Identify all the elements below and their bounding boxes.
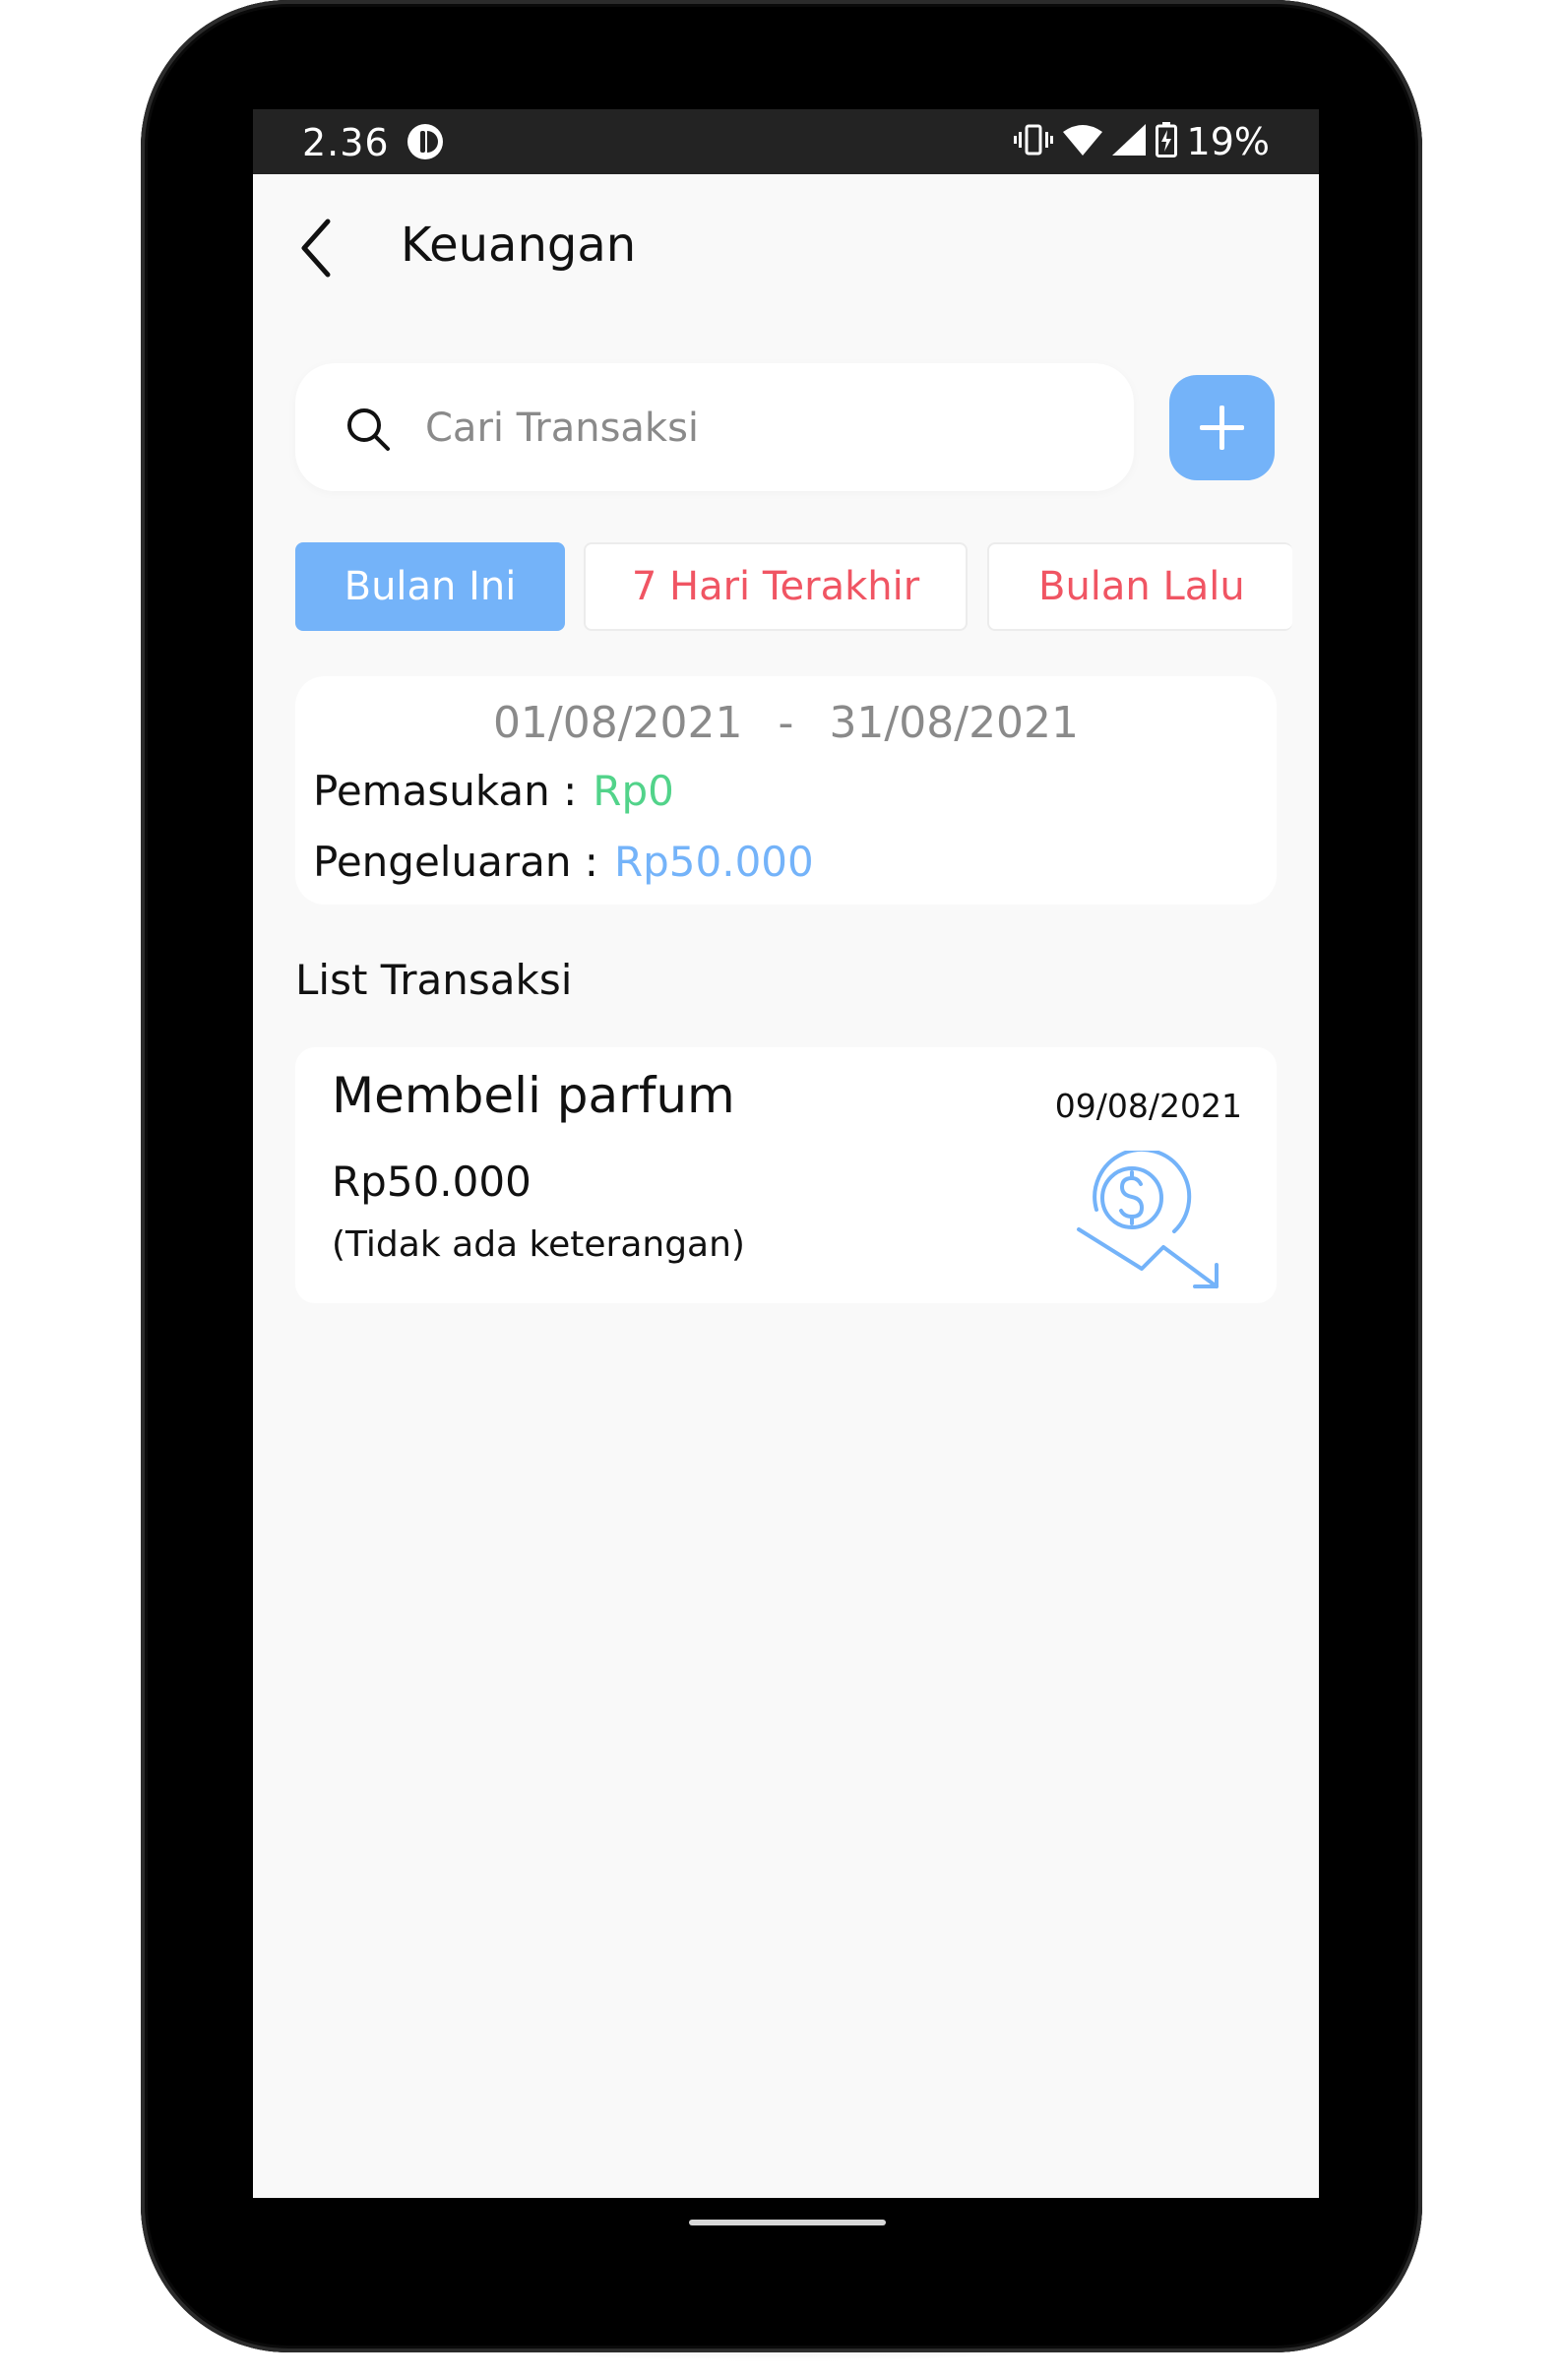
transaction-list-title: List Transaksi	[295, 956, 573, 1004]
status-time: 2.36	[302, 121, 390, 164]
search-input[interactable]	[423, 393, 1096, 464]
tab-this-month[interactable]: Bulan Ini	[295, 542, 565, 631]
transaction-item[interactable]: Membeli parfum 09/08/2021 Rp50.000 (Tida…	[295, 1047, 1277, 1303]
vibrate-icon	[1013, 123, 1053, 161]
income-value: Rp0	[593, 767, 674, 815]
page-title: Keuangan	[401, 218, 637, 273]
date-separator: -	[778, 698, 794, 748]
battery-charging-icon	[1155, 121, 1177, 162]
tab-last-month[interactable]: Bulan Lalu	[987, 542, 1292, 631]
notification-app-icon	[406, 123, 444, 160]
search-bar[interactable]	[295, 363, 1134, 491]
income-label: Pemasukan :	[313, 767, 578, 815]
plus-icon	[1200, 406, 1244, 450]
phone-screen: 2.36 19% Keuangan Cari Transaksi Bulan I…	[253, 109, 1319, 2198]
tab-last-7-days[interactable]: 7 Hari Terakhir	[584, 542, 968, 631]
expense-label: Pengeluaran :	[313, 838, 598, 886]
battery-percent: 19%	[1186, 120, 1270, 163]
income-row: Pemasukan : Rp0	[313, 767, 674, 815]
status-bar: 2.36 19%	[253, 109, 1319, 174]
back-button[interactable]	[290, 214, 349, 282]
wifi-icon	[1062, 124, 1102, 160]
expense-money-down-icon	[1073, 1147, 1230, 1298]
add-transaction-button[interactable]	[1169, 375, 1275, 480]
transaction-description: (Tidak ada keterangan)	[332, 1224, 745, 1265]
transaction-name: Membeli parfum	[332, 1067, 735, 1124]
status-icons: 19%	[1013, 119, 1270, 164]
signal-icon	[1111, 123, 1146, 160]
search-icon	[344, 406, 392, 453]
transaction-date: 09/08/2021	[1054, 1087, 1242, 1125]
transaction-amount: Rp50.000	[332, 1158, 531, 1206]
app-bar: Keuangan	[253, 174, 1319, 322]
date-range: 01/08/2021-31/08/2021	[295, 698, 1277, 748]
start-date[interactable]: 01/08/2021	[493, 698, 743, 748]
expense-value: Rp50.000	[613, 838, 814, 886]
expense-row: Pengeluaran : Rp50.000	[313, 838, 814, 886]
arrow-back-icon	[301, 219, 331, 278]
end-date[interactable]: 31/08/2021	[829, 698, 1079, 748]
home-indicator[interactable]	[689, 2220, 886, 2225]
summary-card: 01/08/2021-31/08/2021 Pemasukan : Rp0 Pen…	[295, 676, 1277, 905]
